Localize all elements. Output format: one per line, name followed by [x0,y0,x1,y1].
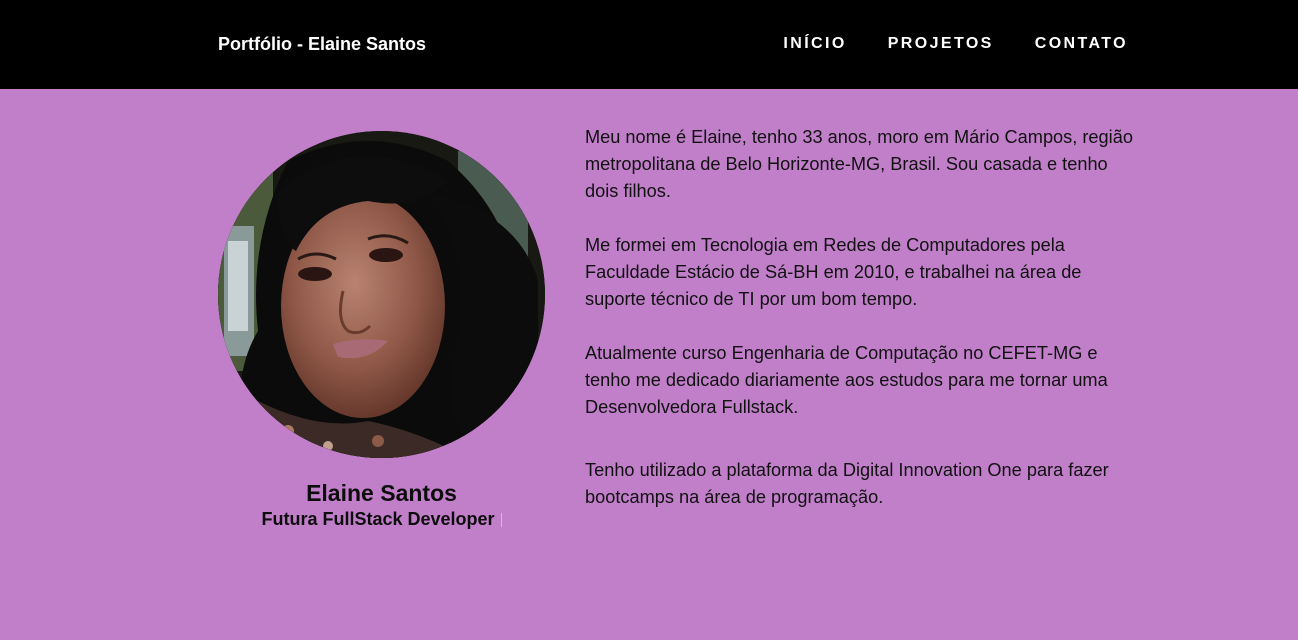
nav-link-contato[interactable]: CONTATO [1035,34,1128,54]
nav-link-projetos[interactable]: PROJETOS [888,34,994,54]
brand-link[interactable]: Portfólio - Elaine Santos [218,33,426,55]
about-paragraph-current-studies: Atualmente curso Engenharia de Computaçã… [585,343,1108,417]
profile-role: Futura FullStack Developer [218,508,545,530]
about-section: Meu nome é Elaine, tenho 33 anos, moro e… [585,124,1145,511]
about-paragraph-bootcamps: Tenho utilizado a plataforma da Digital … [585,460,1109,507]
about-paragraph-education: Me formei em Tecnologia em Redes de Comp… [585,235,1082,309]
about-paragraph-intro: Meu nome é Elaine, tenho 33 anos, moro e… [585,127,1133,201]
profile-name: Elaine Santos [306,480,457,506]
navbar: Portfólio - Elaine Santos INÍCIO PROJETO… [0,0,1298,89]
profile-role-text: Futura FullStack Developer [261,509,495,529]
main-nav: INÍCIO PROJETOS CONTATO [783,34,1128,54]
profile-photo [218,131,545,458]
typing-cursor [500,513,502,527]
nav-link-inicio[interactable]: INÍCIO [783,34,846,54]
